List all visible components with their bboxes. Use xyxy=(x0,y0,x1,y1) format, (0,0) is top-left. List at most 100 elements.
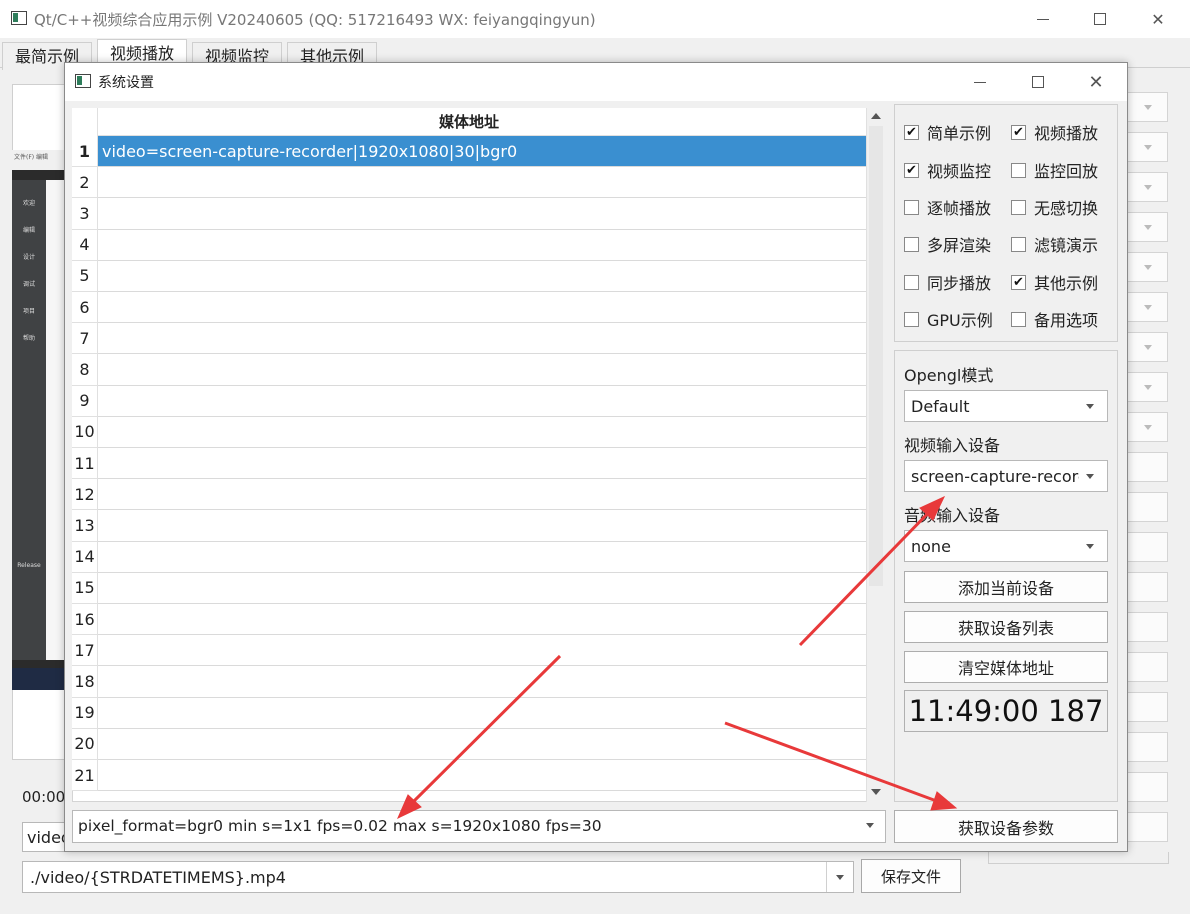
module-checkbox[interactable]: 无感切换 xyxy=(1011,197,1098,218)
checkbox-box[interactable] xyxy=(904,311,919,327)
row-number[interactable]: 4 xyxy=(72,229,98,261)
get-device-list-button[interactable]: 获取设备列表 xyxy=(904,611,1108,643)
table-row[interactable]: 14 xyxy=(72,541,866,573)
row-number[interactable]: 5 xyxy=(72,260,98,292)
module-checkbox[interactable]: 备用选项 xyxy=(1011,309,1098,330)
get-device-params-button[interactable]: 获取设备参数 xyxy=(894,810,1118,843)
row-number[interactable]: 16 xyxy=(72,604,98,636)
table-row[interactable]: 2 xyxy=(72,167,866,199)
module-checkbox[interactable]: ✔ 简单示例 xyxy=(904,122,991,143)
dialog-minimize-button[interactable] xyxy=(960,63,1000,101)
table-row[interactable]: 21 xyxy=(72,760,866,792)
table-row[interactable]: 15 xyxy=(72,572,866,604)
table-row[interactable]: 8 xyxy=(72,354,866,386)
module-checkbox[interactable]: 同步播放 xyxy=(904,272,991,293)
scrollbar-thumb[interactable] xyxy=(869,126,883,586)
media-url-cell[interactable] xyxy=(98,604,866,636)
table-row[interactable]: 17 xyxy=(72,635,866,667)
ghost-button[interactable] xyxy=(1128,772,1168,802)
video-input-device-combo[interactable]: screen-capture-recorder xyxy=(904,460,1108,492)
row-number[interactable]: 8 xyxy=(72,354,98,386)
save-file-button[interactable]: 保存文件 xyxy=(861,859,961,893)
media-url-cell[interactable] xyxy=(98,198,866,230)
media-url-cell[interactable] xyxy=(98,698,866,729)
scroll-up-icon[interactable] xyxy=(871,113,881,119)
checkbox-box[interactable]: ✔ xyxy=(1011,124,1026,140)
minimize-button[interactable] xyxy=(1023,0,1063,38)
ghost-button[interactable] xyxy=(1128,572,1168,602)
clear-media-urls-button[interactable]: 清空媒体地址 xyxy=(904,651,1108,683)
chevron-down-icon[interactable] xyxy=(866,823,874,828)
row-number[interactable]: 21 xyxy=(72,760,98,792)
row-number[interactable]: 13 xyxy=(72,510,98,542)
media-url-cell[interactable] xyxy=(98,354,866,386)
ghost-combo[interactable] xyxy=(1128,292,1168,322)
row-number[interactable]: 2 xyxy=(72,167,98,199)
table-row[interactable]: 13 xyxy=(72,510,866,542)
row-number[interactable]: 1 xyxy=(72,136,98,168)
row-number[interactable]: 3 xyxy=(72,198,98,230)
ghost-combo[interactable] xyxy=(1128,132,1168,162)
media-url-cell[interactable] xyxy=(98,292,866,324)
table-row[interactable]: 20 xyxy=(72,728,866,760)
media-url-cell[interactable] xyxy=(98,760,866,792)
ghost-button[interactable] xyxy=(1128,652,1168,682)
ghost-combo[interactable] xyxy=(1128,412,1168,442)
ghost-combo[interactable] xyxy=(1128,252,1168,282)
table-row[interactable]: 19 xyxy=(72,697,866,729)
ghost-combo[interactable] xyxy=(1128,372,1168,402)
table-row[interactable]: 12 xyxy=(72,479,866,511)
ghost-button[interactable] xyxy=(1128,812,1168,842)
checkbox-box[interactable] xyxy=(904,274,919,290)
table-row[interactable]: 5 xyxy=(72,260,866,292)
table-row[interactable]: 4 xyxy=(72,229,866,261)
table-row[interactable]: 10 xyxy=(72,416,866,448)
row-number[interactable]: 10 xyxy=(72,416,98,448)
ghost-combo[interactable] xyxy=(1128,332,1168,362)
media-url-cell[interactable] xyxy=(98,666,866,698)
table-row[interactable]: 16 xyxy=(72,604,866,636)
checkbox-box[interactable]: ✔ xyxy=(904,162,919,178)
table-row[interactable]: 9 xyxy=(72,385,866,417)
ghost-combo[interactable] xyxy=(1128,212,1168,242)
table-row[interactable]: 1 video=screen-capture-recorder|1920x1080… xyxy=(72,136,866,168)
checkbox-box[interactable] xyxy=(1011,236,1026,252)
module-checkbox[interactable]: 监控回放 xyxy=(1011,160,1098,181)
media-url-cell[interactable] xyxy=(98,729,866,760)
media-url-cell[interactable]: video=screen-capture-recorder|1920x1080|… xyxy=(98,136,866,168)
row-number[interactable]: 11 xyxy=(72,448,98,480)
row-number[interactable]: 19 xyxy=(72,697,98,729)
module-checkbox[interactable]: 逐帧播放 xyxy=(904,197,991,218)
audio-input-device-combo[interactable]: none xyxy=(904,530,1108,562)
ghost-button[interactable] xyxy=(1128,492,1168,522)
module-checkbox[interactable]: 多屏渲染 xyxy=(904,234,991,255)
checkbox-box[interactable] xyxy=(1011,311,1026,327)
maximize-button[interactable] xyxy=(1080,0,1120,38)
media-url-cell[interactable] xyxy=(98,635,866,667)
ghost-button[interactable] xyxy=(1128,532,1168,562)
media-url-cell[interactable] xyxy=(98,417,866,448)
module-checkbox[interactable]: ✔ 其他示例 xyxy=(1011,272,1098,293)
table-row[interactable]: 11 xyxy=(72,448,866,480)
row-number[interactable]: 9 xyxy=(72,385,98,417)
row-number[interactable]: 7 xyxy=(72,323,98,355)
media-url-cell[interactable] xyxy=(98,323,866,355)
media-url-cell[interactable] xyxy=(98,573,866,604)
checkbox-box[interactable] xyxy=(1011,199,1026,215)
checkbox-box[interactable] xyxy=(904,199,919,215)
column-header-media-url[interactable]: 媒体地址 xyxy=(72,108,866,136)
row-number[interactable]: 14 xyxy=(72,541,98,573)
media-url-cell[interactable] xyxy=(98,386,866,417)
ghost-button[interactable] xyxy=(1128,692,1168,722)
checkbox-box[interactable] xyxy=(1011,162,1026,178)
table-row[interactable]: 7 xyxy=(72,323,866,355)
media-url-cell[interactable] xyxy=(98,167,866,199)
media-url-cell[interactable] xyxy=(98,479,866,511)
media-url-cell[interactable] xyxy=(98,261,866,292)
media-url-cell[interactable] xyxy=(98,542,866,573)
module-checkbox[interactable]: 滤镜演示 xyxy=(1011,234,1098,255)
dialog-maximize-button[interactable] xyxy=(1018,63,1058,101)
close-button[interactable]: ✕ xyxy=(1138,0,1178,38)
media-url-cell[interactable] xyxy=(98,448,866,480)
row-number[interactable]: 12 xyxy=(72,479,98,511)
